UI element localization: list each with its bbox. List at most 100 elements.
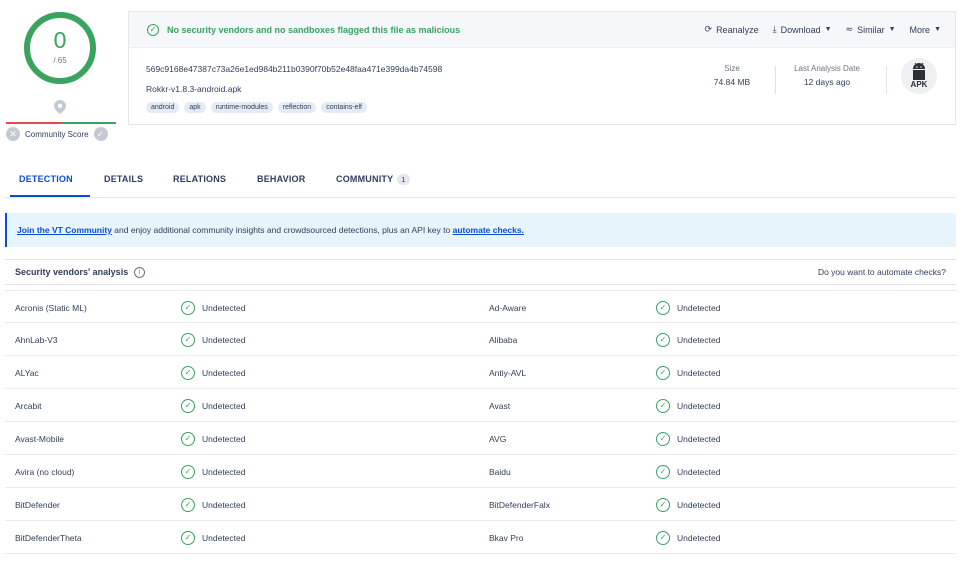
join-community-link[interactable]: Join the VT Community: [17, 225, 112, 235]
result-label: Undetected: [202, 367, 246, 378]
tab-community[interactable]: COMMUNITY 1: [336, 174, 410, 185]
check-circle-icon: ✓: [656, 332, 670, 347]
vote-malicious-button[interactable]: ✕: [6, 127, 20, 141]
tag[interactable]: runtime-modules: [210, 102, 273, 113]
download-icon: ⤓: [772, 24, 777, 34]
check-circle-icon: ✓: [181, 464, 195, 479]
result-label: Undetected: [202, 334, 246, 345]
result-label: Undetected: [677, 433, 721, 444]
vendor-result: ✓ Undetected: [181, 291, 245, 324]
similar-button[interactable]: ≂ Similar ▼: [846, 24, 896, 35]
check-circle-icon: ✓: [656, 300, 670, 315]
community-score-label: Community Score: [25, 129, 89, 139]
similar-label: Similar: [857, 24, 885, 35]
vendor-result: ✓ Undetected: [181, 521, 245, 554]
active-tab-indicator: [10, 195, 90, 197]
check-circle-icon: ✓: [181, 365, 195, 380]
location-pin-icon: [54, 100, 66, 114]
vendors-title-text: Security vendors' analysis: [15, 267, 129, 277]
similar-icon: ≂: [845, 24, 854, 34]
detection-total: / 65: [53, 56, 67, 65]
action-bar: ⟳ Reanalyze ⤓ Download ▼ ≂ Similar ▼ Mor…: [705, 24, 955, 35]
vendor-result: ✓ Undetected: [181, 356, 245, 389]
caret-down-icon: ▼: [888, 26, 896, 33]
table-row: AhnLab-V3 ✓ Undetected Alibaba ✓ Undetected: [5, 323, 956, 356]
check-circle-icon: ✓: [656, 530, 670, 545]
reanalyze-label: Reanalyze: [716, 24, 759, 35]
vendor-name: BitDefenderFalx: [489, 499, 550, 510]
tab-details[interactable]: DETAILS: [104, 174, 143, 184]
result-label: Undetected: [202, 400, 246, 411]
banner-text: and enjoy additional community insights …: [111, 225, 453, 235]
check-circle-icon: ✓: [181, 497, 195, 512]
size-label: Size: [724, 64, 740, 73]
tag[interactable]: android: [146, 102, 180, 113]
file-type-badge: APK: [901, 58, 937, 94]
automate-prompt[interactable]: Do you want to automate checks?: [818, 267, 946, 277]
refresh-icon: ⟳: [704, 24, 713, 34]
tab-community-label: COMMUNITY: [336, 174, 394, 184]
vendors-header: Security vendors' analysis i Do you want…: [5, 260, 956, 285]
vendor-name: ALYac: [15, 367, 39, 378]
community-count-badge: 1: [397, 174, 410, 185]
tab-relations[interactable]: RELATIONS: [173, 174, 226, 184]
file-hash[interactable]: 569c9168e47387c73a26e1ed984b211b0390f70b…: [146, 64, 442, 74]
vendor-result: ✓ Undetected: [181, 389, 245, 422]
check-circle-icon: ✓: [181, 530, 195, 545]
check-circle-icon: ✓: [181, 332, 195, 347]
vendor-result: ✓ Undetected: [181, 323, 245, 356]
vendor-result: ✓ Undetected: [656, 291, 720, 324]
detection-score-gauge: 0 / 65: [22, 10, 98, 86]
tag-list: android apk runtime-modules reflection c…: [146, 102, 367, 113]
result-label: Undetected: [677, 400, 721, 411]
table-row: ALYac ✓ Undetected Antiy-AVL ✓ Undetected: [5, 356, 956, 389]
check-circle-icon: ✓: [656, 464, 670, 479]
vendor-name: BitDefenderTheta: [15, 532, 82, 543]
result-label: Undetected: [677, 466, 721, 477]
info-icon[interactable]: i: [134, 266, 146, 278]
vendor-name: Bkav Pro: [489, 532, 524, 543]
result-label: Undetected: [677, 334, 721, 345]
download-button[interactable]: ⤓ Download ▼: [773, 24, 832, 35]
check-circle-icon: ✓: [656, 431, 670, 446]
table-row: Acronis (Static ML) ✓ Undetected Ad-Aware ✓ U…: [5, 290, 956, 323]
result-label: Undetected: [202, 532, 246, 543]
check-circle-icon: ✓: [181, 431, 195, 446]
result-label: Undetected: [677, 499, 721, 510]
result-label: Undetected: [202, 466, 246, 477]
tab-behavior[interactable]: BEHAVIOR: [257, 174, 305, 184]
vote-harmless-button[interactable]: ✓: [93, 127, 108, 141]
reanalyze-button[interactable]: ⟳ Reanalyze: [705, 24, 759, 35]
check-circle-icon: ✓: [656, 365, 670, 380]
caret-down-icon: ▼: [934, 26, 941, 33]
result-label: Undetected: [677, 367, 721, 378]
tab-detection[interactable]: DETECTION: [19, 174, 73, 184]
divider: [775, 66, 776, 94]
result-label: Undetected: [202, 499, 246, 510]
vendor-name: Avast: [489, 400, 511, 411]
check-circle-icon: ✓: [147, 23, 159, 36]
more-button[interactable]: More ▼: [910, 25, 941, 35]
android-icon: [913, 62, 925, 80]
tag[interactable]: reflection: [277, 102, 317, 113]
table-row: Arcabit ✓ Undetected Avast ✓ Undetected: [5, 389, 956, 422]
last-analysis: Last Analysis Date 12 days ago: [782, 64, 872, 87]
automate-checks-link[interactable]: automate checks.: [453, 225, 524, 235]
vendor-result: ✓ Undetected: [656, 521, 720, 554]
tag[interactable]: apk: [184, 102, 206, 113]
community-score: ✕ Community Score ✓: [6, 126, 108, 142]
vendor-result: ✓ Undetected: [656, 422, 720, 455]
vendor-result: ✓ Undetected: [656, 455, 720, 488]
last-analysis-label: Last Analysis Date: [794, 64, 860, 73]
result-label: Undetected: [677, 302, 721, 313]
last-analysis-value: 12 days ago: [803, 77, 851, 87]
check-circle-icon: ✓: [656, 497, 670, 512]
size-value: 74.84 MB: [713, 77, 751, 87]
vendor-name: Arcabit: [15, 400, 42, 411]
table-row: BitDefender ✓ Undetected BitDefenderFalx ✓ Un…: [5, 488, 956, 521]
check-circle-icon: ✓: [181, 300, 195, 315]
tag[interactable]: contains-elf: [321, 102, 367, 113]
vendor-name: BitDefender: [15, 499, 60, 510]
file-type-label: APK: [910, 80, 928, 89]
vendor-name: Antiy-AVL: [489, 367, 527, 378]
